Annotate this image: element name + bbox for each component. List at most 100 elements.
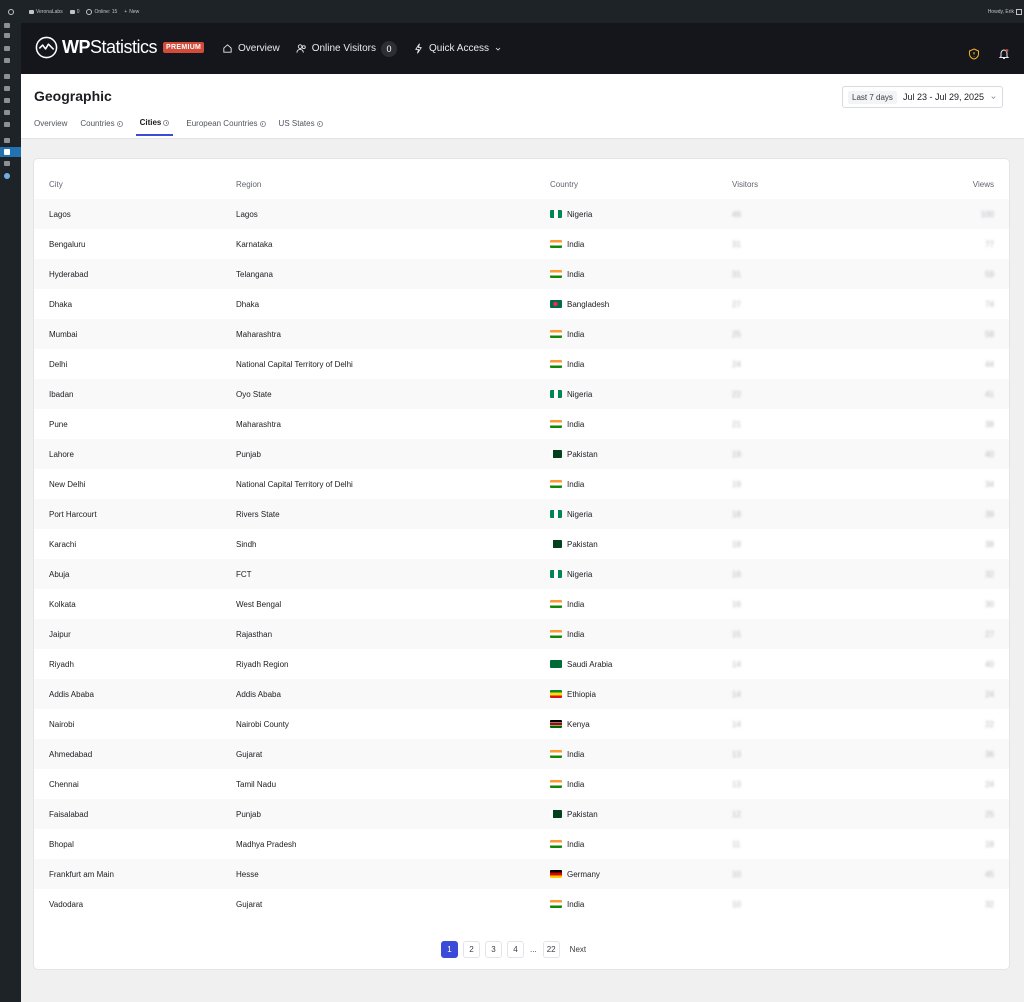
appearance-icon[interactable] — [4, 74, 10, 79]
new-content-link[interactable]: + New — [124, 9, 139, 15]
table-row: Ahmedabad Gujarat India 13 36 — [34, 739, 1009, 769]
table-row: Chennai Tamil Nadu India 13 24 — [34, 769, 1009, 799]
region-name: Riyadh Region — [236, 659, 289, 669]
mail-icon[interactable] — [4, 138, 10, 143]
statistics-menu-item[interactable] — [0, 147, 21, 157]
column-header-city[interactable]: City — [34, 169, 236, 199]
region-name: Hesse — [236, 869, 259, 879]
views-value: 22 — [985, 719, 994, 729]
views-value: 45 — [985, 869, 994, 879]
date-range-picker[interactable]: Last 7 days Jul 23 - Jul 29, 2025 — [842, 86, 1003, 108]
city-name: Jaipur — [49, 629, 71, 639]
comments-link[interactable]: 0 — [69, 9, 79, 15]
tab-overview[interactable]: Overview — [34, 118, 67, 136]
city-name: Abuja — [49, 569, 70, 579]
tools-icon[interactable] — [4, 110, 10, 115]
collapse-icon[interactable] — [4, 173, 10, 179]
visitors-cell: 13 — [732, 769, 882, 799]
region-name: Oyo State — [236, 389, 272, 399]
chart-icon[interactable] — [4, 161, 10, 166]
visitors-value: 19 — [732, 449, 741, 459]
views-value: 36 — [985, 749, 994, 759]
page-button-last[interactable]: 22 — [542, 941, 560, 958]
column-header-views[interactable]: Views — [882, 169, 1009, 199]
visitors-cell: 16 — [732, 589, 882, 619]
nav-overview[interactable]: Overview — [222, 43, 280, 54]
info-icon[interactable] — [116, 120, 123, 127]
region-name: Rivers State — [236, 509, 280, 519]
region-name: Sindh — [236, 539, 257, 549]
table-row: Dhaka Dhaka Bangladesh 27 74 — [34, 289, 1009, 319]
bell-icon[interactable] — [998, 48, 1010, 60]
next-page-button[interactable]: Next — [565, 945, 591, 954]
chevron-down-icon — [991, 95, 996, 99]
table-row: Mumbai Maharashtra India 25 58 — [34, 319, 1009, 349]
country-cell: India — [550, 409, 732, 439]
info-icon[interactable] — [259, 120, 266, 127]
column-header-country[interactable]: Country — [550, 169, 732, 199]
city-cell: Lahore — [34, 439, 236, 469]
tab-cities[interactable]: Cities — [135, 118, 174, 136]
country-cell: Saudi Arabia — [550, 649, 732, 679]
table-row: Lahore Punjab Pakistan 19 40 — [34, 439, 1009, 469]
comments-icon[interactable] — [4, 58, 10, 63]
visitors-cell: 15 — [732, 619, 882, 649]
shield-icon[interactable] — [968, 48, 980, 60]
visitors-value: 14 — [732, 719, 741, 729]
plugins-icon[interactable] — [4, 86, 10, 91]
page-button[interactable]: 4 — [507, 941, 524, 958]
visitors-cell: 19 — [732, 439, 882, 469]
pages-icon[interactable] — [4, 46, 10, 51]
media-icon[interactable] — [4, 33, 10, 38]
city-name: Addis Ababa — [49, 689, 94, 699]
visitors-value: 31 — [732, 269, 741, 279]
page-button[interactable]: 2 — [463, 941, 480, 958]
country-cell: India — [550, 349, 732, 379]
tab-countries[interactable]: Countries — [80, 118, 123, 136]
region-cell: National Capital Territory of Delhi — [236, 349, 550, 379]
city-name: Chennai — [49, 779, 79, 789]
plus-icon: + — [124, 8, 128, 15]
account-menu[interactable]: Howdy, Erik — [988, 0, 1022, 23]
online-link[interactable]: Online: 15 — [86, 8, 117, 15]
users-icon[interactable] — [4, 98, 10, 103]
city-cell: Bhopal — [34, 829, 236, 859]
tab-european-countries[interactable]: European Countries — [186, 118, 266, 136]
visitors-value: 27 — [732, 299, 741, 309]
views-cell: 100 — [882, 199, 1009, 229]
wordpress-logo-icon[interactable] — [0, 8, 22, 15]
settings-icon[interactable] — [4, 122, 10, 127]
nav-online-visitors[interactable]: Online Visitors 0 — [296, 40, 397, 57]
city-name: Ahmedabad — [49, 749, 93, 759]
views-value: 18 — [985, 839, 994, 849]
flag-icon — [550, 749, 562, 758]
visitors-cell: 31 — [732, 259, 882, 289]
page-button[interactable]: 1 — [441, 941, 458, 958]
wp-admin-menu — [0, 0, 21, 1002]
flag-icon — [550, 269, 562, 278]
page-button[interactable]: 3 — [485, 941, 502, 958]
tab-us-states[interactable]: US States — [279, 118, 323, 136]
column-header-visitors[interactable]: Visitors — [732, 169, 882, 199]
info-icon[interactable] — [316, 120, 323, 127]
table-row: Pune Maharashtra India 21 38 — [34, 409, 1009, 439]
region-name: Tamil Nadu — [236, 779, 277, 789]
logo-text-bold: WP — [62, 37, 91, 57]
country-name: Saudi Arabia — [567, 659, 613, 669]
pin-icon[interactable] — [4, 23, 10, 28]
views-value: 58 — [985, 329, 994, 339]
city-cell: New Delhi — [34, 469, 236, 499]
site-name-link[interactable]: VeronaLabs — [29, 9, 63, 15]
city-cell: Abuja — [34, 559, 236, 589]
wpstatistics-logo[interactable]: WPStatistics PREMIUM — [35, 36, 205, 59]
info-icon[interactable] — [163, 119, 170, 126]
online-count-badge: 0 — [380, 40, 397, 57]
flag-icon — [550, 389, 562, 398]
city-cell: Nairobi — [34, 709, 236, 739]
country-cell: Nigeria — [550, 199, 732, 229]
nav-quick-access[interactable]: Quick Access — [413, 43, 502, 54]
flag-icon — [550, 899, 562, 908]
table-row: Nairobi Nairobi County Kenya 14 22 — [34, 709, 1009, 739]
column-header-region[interactable]: Region — [236, 169, 550, 199]
city-name: Riyadh — [49, 659, 74, 669]
